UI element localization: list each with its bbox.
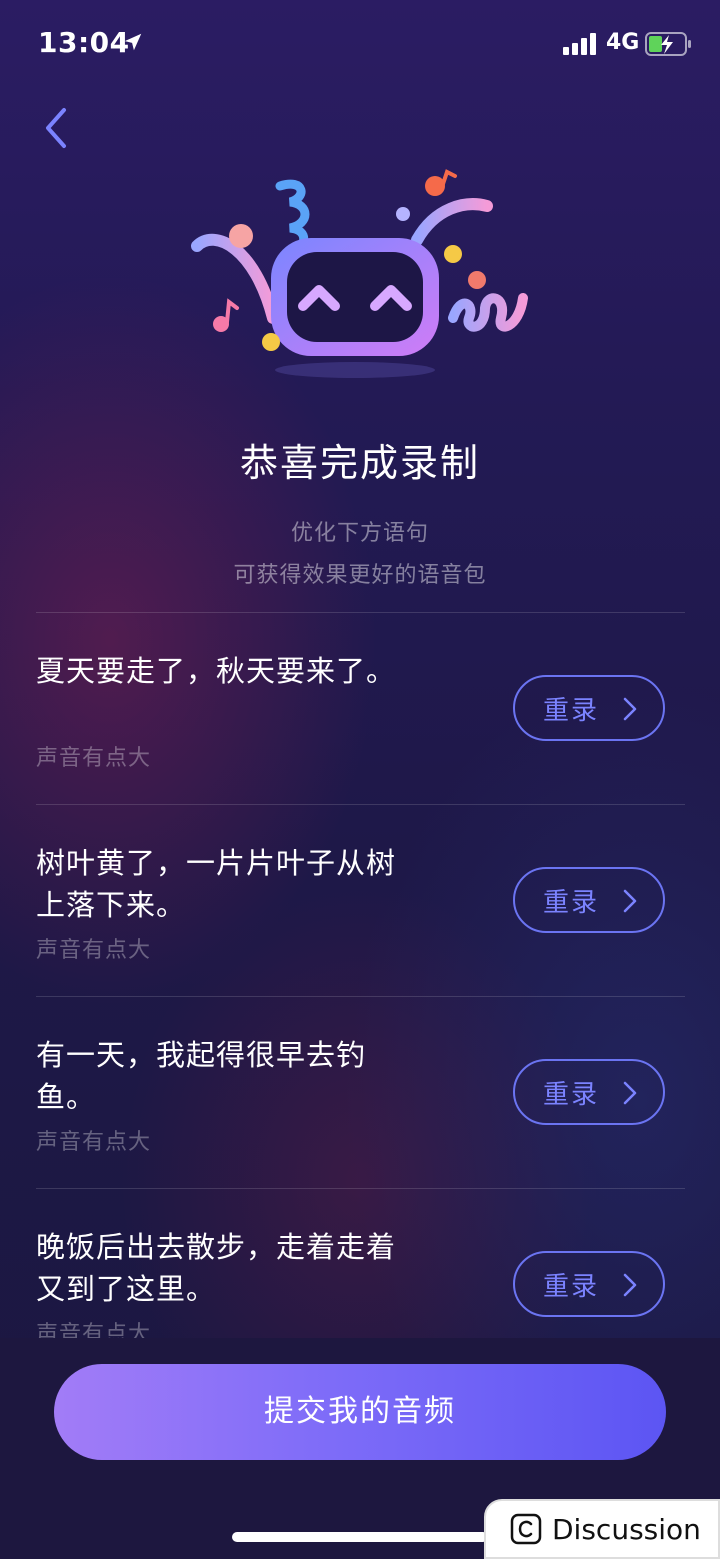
- sentence-text: 晚饭后出去散步，走着走着又到了这里。: [36, 1230, 397, 1306]
- sentence-hint: 声音有点大: [36, 938, 152, 963]
- subtitle-line-1: 优化下方语句: [290, 521, 429, 546]
- copyright-icon: [510, 1513, 542, 1545]
- chevron-right-icon: [623, 889, 637, 913]
- rerecord-label: 重录: [543, 695, 600, 726]
- rerecord-button[interactable]: 重录: [513, 867, 665, 933]
- list-item: 有一天，我起得很早去钓鱼。 声音有点大 重录: [0, 996, 720, 1188]
- watermark-text: Discussion: [552, 1512, 701, 1546]
- sentence-hint: 声音有点大: [36, 1322, 152, 1338]
- rerecord-label: 重录: [543, 1271, 600, 1302]
- list-item: 晚饭后出去散步，走着走着又到了这里。 声音有点大 重录: [0, 1188, 720, 1338]
- sentence-hint: 声音有点大: [36, 1130, 152, 1155]
- sentence-text: 夏天要走了，秋天要来了。: [36, 654, 397, 688]
- chevron-right-icon: [623, 697, 637, 721]
- list-item: 树叶黄了，一片片叶子从树上落下来。 声音有点大 重录: [0, 804, 720, 996]
- rerecord-label: 重录: [543, 1079, 600, 1110]
- rerecord-button[interactable]: 重录: [513, 1059, 665, 1125]
- list-item: 夏天要走了，秋天要来了。 声音有点大 重录: [0, 612, 720, 804]
- discussion-watermark: Discussion: [484, 1499, 720, 1559]
- chevron-right-icon: [623, 1273, 637, 1297]
- battery-charging-icon: [645, 32, 691, 56]
- page-title: 恭喜完成录制: [239, 441, 480, 485]
- rerecord-button[interactable]: 重录: [513, 1251, 665, 1317]
- status-bar: 13:04 4G: [0, 0, 720, 90]
- mascot-illustration: [191, 169, 528, 378]
- sentence-text: 树叶黄了，一片片叶子从树上落下来。: [36, 846, 397, 922]
- rerecord-button[interactable]: 重录: [513, 675, 665, 741]
- home-indicator: [232, 1532, 488, 1542]
- subtitle-line-2: 可获得效果更好的语音包: [233, 563, 487, 588]
- network-type: 4G: [606, 30, 640, 55]
- submit-audio-button[interactable]: 提交我的音频: [54, 1364, 666, 1460]
- sentence-list[interactable]: 夏天要走了，秋天要来了。 声音有点大 重录 树叶黄了，一片片叶子从树上落下来。 …: [0, 612, 720, 1338]
- status-time: 13:04: [38, 26, 130, 59]
- chevron-right-icon: [623, 1081, 637, 1105]
- signal-icon: [563, 33, 596, 55]
- back-chevron-icon[interactable]: [36, 104, 80, 152]
- sentence-text: 有一天，我起得很早去钓鱼。: [36, 1038, 367, 1114]
- rerecord-label: 重录: [543, 887, 600, 918]
- sentence-hint: 声音有点大: [36, 746, 152, 771]
- location-arrow-icon: [124, 33, 142, 51]
